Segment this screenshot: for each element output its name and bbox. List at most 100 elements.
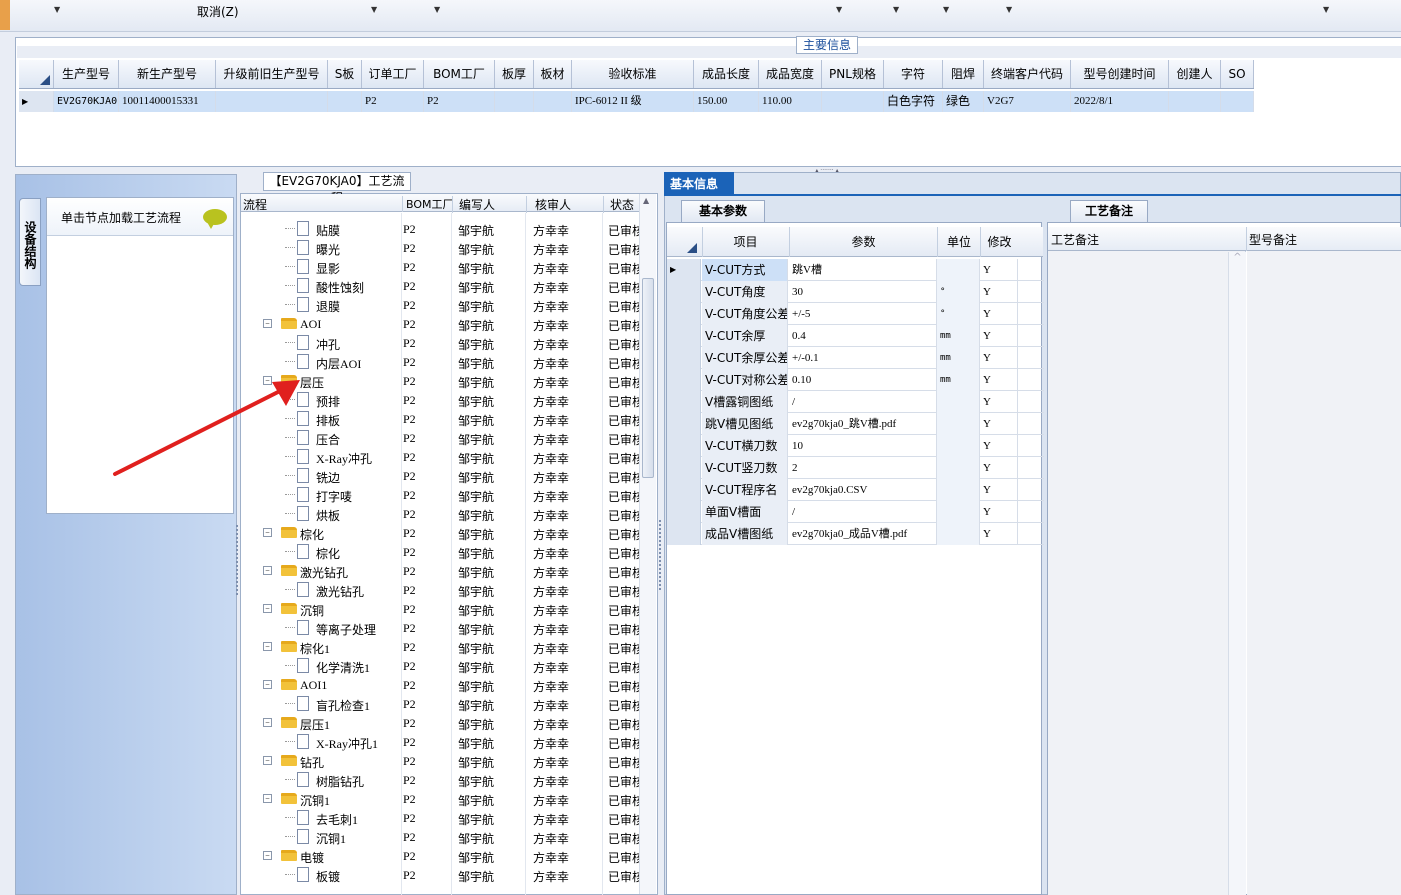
tree-row[interactable]: − 层压1 P2 邹宇航 方幸幸 已审核 <box>241 713 639 732</box>
tree-row[interactable]: 盲孔检查1 P2 邹宇航 方幸幸 已审核 <box>241 694 639 713</box>
tree-node-label[interactable]: 树脂钻孔 <box>316 773 364 790</box>
col-header[interactable]: 成品长度 <box>694 60 759 88</box>
splitter-left[interactable] <box>236 525 240 595</box>
tree-row[interactable]: − 棕化 P2 邹宇航 方幸幸 已审核 <box>241 523 639 542</box>
dropdown-arrow-icon[interactable]: ▼ <box>371 5 377 14</box>
param-cell-unit[interactable] <box>937 479 980 501</box>
flow-scrollbar[interactable]: ▲ <box>639 194 656 894</box>
tree-node-label[interactable]: 棕化1 <box>300 640 330 657</box>
param-row[interactable]: V-CUT余厚 0.4 mm Y <box>667 325 1044 347</box>
col-header[interactable]: BOM工厂 <box>402 196 454 212</box>
scroll-thumb[interactable] <box>642 278 654 478</box>
col-header[interactable]: 终端客户代码 <box>984 60 1071 88</box>
col-header[interactable]: 项目 <box>702 227 788 257</box>
tree-row[interactable]: − 激光钻孔 P2 邹宇航 方幸幸 已审核 <box>241 561 639 580</box>
params-grid[interactable]: 项目 参数 单位 修改 ▶ V-CUT方式 跳V槽 Y V-CUT角度 30 ° Y V-CUT角度公差… <box>667 227 1044 557</box>
tree-row[interactable]: − 电镀 P2 邹宇航 方幸幸 已审核 <box>241 846 639 865</box>
dropdown-arrow-icon[interactable]: ▼ <box>943 5 949 14</box>
tree-row[interactable]: 棕化 P2 邹宇航 方幸幸 已审核 <box>241 542 639 561</box>
param-cell-value[interactable]: 0.10 <box>789 369 937 391</box>
notes-scrollbar[interactable]: ^ <box>1228 252 1246 895</box>
param-cell-value[interactable]: +/-5 <box>789 303 937 325</box>
tree-node-label[interactable]: 预排 <box>316 393 340 410</box>
col-header[interactable]: 板材 <box>534 60 572 88</box>
param-cell-value[interactable]: ev2g70kja0_跳V槽.pdf <box>789 413 937 435</box>
side-tab[interactable]: 设备结构 <box>19 198 41 286</box>
collapse-icon[interactable]: − <box>263 642 272 651</box>
tree-node-label[interactable]: 沉铜 <box>300 602 324 619</box>
tree-node-label[interactable]: 打字唛 <box>316 488 352 505</box>
col-header[interactable]: 字符 <box>884 60 943 88</box>
param-cell-value[interactable]: 30 <box>789 281 937 303</box>
tree-node-label[interactable]: 铣边 <box>316 469 340 486</box>
col-header[interactable]: 新生产型号 <box>119 60 216 88</box>
param-cell-mod[interactable]: Y <box>980 413 1018 435</box>
param-cell-value[interactable]: 跳V槽 <box>789 259 937 281</box>
tree-row[interactable]: 曝光 P2 邹宇航 方幸幸 已审核 <box>241 238 639 257</box>
tree-node-label[interactable]: 电镀 <box>300 849 324 866</box>
tree-row[interactable]: 树脂钻孔 P2 邹宇航 方幸幸 已审核 <box>241 770 639 789</box>
tree-row[interactable]: 沉铜1 P2 邹宇航 方幸幸 已审核 <box>241 827 639 846</box>
param-row[interactable]: V槽露铜图纸 / Y <box>667 391 1044 413</box>
collapse-icon[interactable]: − <box>263 680 272 689</box>
param-cell-mod[interactable]: Y <box>980 369 1018 391</box>
tree-node-label[interactable]: 冲孔 <box>316 336 340 353</box>
flow-tree[interactable]: 贴膜 P2 邹宇航 方幸幸 已审核 曝光 P2 邹宇航 方幸幸 已审核 显影 P2 邹宇航 方幸幸 已审核酸… <box>241 213 639 895</box>
param-cell-value[interactable]: 2 <box>789 457 937 479</box>
tree-row[interactable]: − AOI1 P2 邹宇航 方幸幸 已审核 <box>241 675 639 694</box>
param-cell-unit[interactable] <box>937 391 980 413</box>
tree-row[interactable]: 激光钻孔 P2 邹宇航 方幸幸 已审核 <box>241 580 639 599</box>
tree-row[interactable]: 酸性蚀刻 P2 邹宇航 方幸幸 已审核 <box>241 276 639 295</box>
dropdown-arrow-icon[interactable]: ▼ <box>893 5 899 14</box>
col-header[interactable]: 板厚 <box>495 60 534 88</box>
collapse-icon[interactable]: − <box>263 718 272 727</box>
tree-row[interactable]: − 沉铜 P2 邹宇航 方幸幸 已审核 <box>241 599 639 618</box>
tree-node-label[interactable]: 钻孔 <box>300 754 324 771</box>
collapse-icon[interactable]: − <box>263 319 272 328</box>
params-tab[interactable]: 基本参数 <box>681 200 765 222</box>
tree-node-label[interactable]: 烘板 <box>316 507 340 524</box>
col-header[interactable]: 升级前旧生产型号 <box>216 60 328 88</box>
tree-row[interactable]: − 钻孔 P2 邹宇航 方幸幸 已审核 <box>241 751 639 770</box>
param-cell-unit[interactable] <box>937 457 980 479</box>
tree-node-label[interactable]: 化学清洗1 <box>316 659 370 676</box>
dropdown-arrow-icon[interactable]: ▼ <box>836 5 842 14</box>
tree-node-label[interactable]: 显影 <box>316 260 340 277</box>
scroll-up-icon[interactable]: ▲ <box>643 196 649 205</box>
collapse-icon[interactable]: − <box>263 851 272 860</box>
tree-node-label[interactable]: 排板 <box>316 412 340 429</box>
param-row[interactable]: V-CUT横刀数 10 Y <box>667 435 1044 457</box>
col-header[interactable]: 型号创建时间 <box>1071 60 1169 88</box>
tree-row[interactable]: X-Ray冲孔1 P2 邹宇航 方幸幸 已审核 <box>241 732 639 751</box>
tree-row[interactable]: − 棕化1 P2 邹宇航 方幸幸 已审核 <box>241 637 639 656</box>
tree-node-label[interactable]: 压合 <box>316 431 340 448</box>
tree-row[interactable]: 显影 P2 邹宇航 方幸幸 已审核 <box>241 257 639 276</box>
tree-row[interactable]: 打字唛 P2 邹宇航 方幸幸 已审核 <box>241 485 639 504</box>
tree-node-label[interactable]: 酸性蚀刻 <box>316 279 364 296</box>
tree-node-label[interactable]: 棕化 <box>300 526 324 543</box>
tree-node-label[interactable]: 等离子处理 <box>316 621 376 638</box>
param-row[interactable]: 单面V槽面 / Y <box>667 501 1044 523</box>
notes-tab[interactable]: 工艺备注 <box>1070 200 1148 222</box>
param-row[interactable]: V-CUT程序名 ev2g70kja0.CSV Y <box>667 479 1044 501</box>
param-cell-value[interactable]: / <box>789 501 937 523</box>
col-header[interactable]: 验收标准 <box>572 60 694 88</box>
col-header[interactable]: 订单工厂 <box>362 60 424 88</box>
notes-col1[interactable] <box>1048 227 1246 895</box>
param-row[interactable]: V-CUT对称公差 0.10 mm Y <box>667 369 1044 391</box>
param-cell-unit[interactable] <box>937 435 980 457</box>
param-cell-mod[interactable]: Y <box>980 479 1018 501</box>
col-header[interactable]: 成品宽度 <box>759 60 822 88</box>
tree-node-label[interactable]: 贴膜 <box>316 222 340 239</box>
param-cell-mod[interactable]: Y <box>980 325 1018 347</box>
param-cell-mod[interactable]: Y <box>980 501 1018 523</box>
col-header[interactable]: 阻焊 <box>943 60 984 88</box>
tree-node-label[interactable]: 层压1 <box>300 716 330 733</box>
param-cell-unit[interactable] <box>937 501 980 523</box>
tree-row[interactable]: 贴膜 P2 邹宇航 方幸幸 已审核 <box>241 219 639 238</box>
tree-node-label[interactable]: 棕化 <box>316 545 340 562</box>
tree-node-label[interactable]: 内层AOI <box>316 355 361 372</box>
param-cell-value[interactable]: ev2g70kja0_成品V槽.pdf <box>789 523 937 545</box>
collapse-icon[interactable]: − <box>263 794 272 803</box>
tree-node-label[interactable]: 板镀 <box>316 868 340 885</box>
